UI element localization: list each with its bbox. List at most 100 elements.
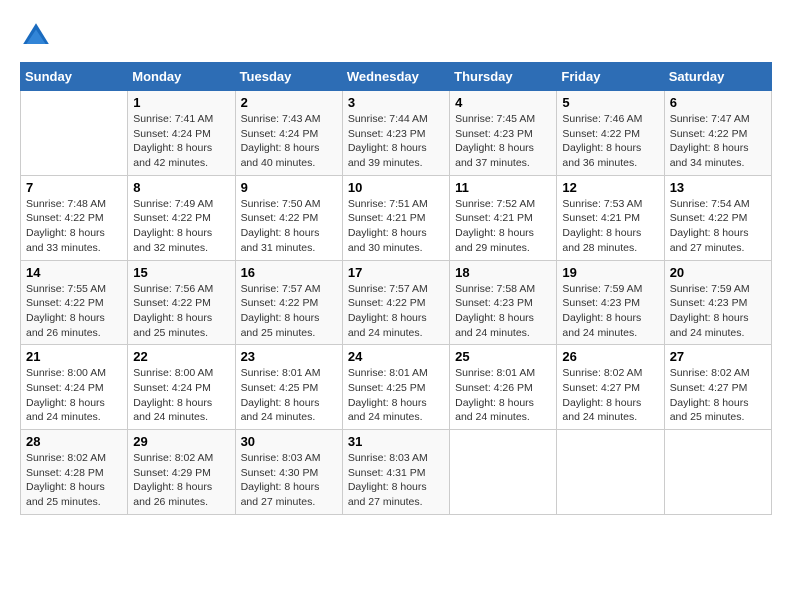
day-info: Sunrise: 7:44 AMSunset: 4:23 PMDaylight:… [348, 112, 444, 171]
calendar-cell: 18 Sunrise: 7:58 AMSunset: 4:23 PMDayligh… [450, 260, 557, 345]
logo-icon [20, 20, 52, 52]
calendar-cell: 21 Sunrise: 8:00 AMSunset: 4:24 PMDayligh… [21, 345, 128, 430]
calendar-cell: 30 Sunrise: 8:03 AMSunset: 4:30 PMDayligh… [235, 430, 342, 515]
day-info: Sunrise: 7:54 AMSunset: 4:22 PMDaylight:… [670, 197, 766, 256]
day-number: 20 [670, 265, 766, 280]
day-number: 13 [670, 180, 766, 195]
day-info: Sunrise: 7:45 AMSunset: 4:23 PMDaylight:… [455, 112, 551, 171]
day-number: 3 [348, 95, 444, 110]
weekday-header-cell: Wednesday [342, 63, 449, 91]
page-header [20, 20, 772, 52]
day-info: Sunrise: 8:02 AMSunset: 4:27 PMDaylight:… [670, 366, 766, 425]
calendar-cell [450, 430, 557, 515]
calendar-cell: 2 Sunrise: 7:43 AMSunset: 4:24 PMDaylight… [235, 91, 342, 176]
calendar-cell [664, 430, 771, 515]
day-number: 7 [26, 180, 122, 195]
calendar-body: 1 Sunrise: 7:41 AMSunset: 4:24 PMDaylight… [21, 91, 772, 515]
calendar-cell: 11 Sunrise: 7:52 AMSunset: 4:21 PMDayligh… [450, 175, 557, 260]
calendar-cell: 23Sunrise: 8:01 AMSunset: 4:25 PMDayligh… [235, 345, 342, 430]
calendar-cell: 5 Sunrise: 7:46 AMSunset: 4:22 PMDaylight… [557, 91, 664, 176]
day-number: 1 [133, 95, 229, 110]
day-info: Sunrise: 8:00 AMSunset: 4:24 PMDaylight:… [133, 366, 229, 425]
calendar-cell: 8 Sunrise: 7:49 AMSunset: 4:22 PMDaylight… [128, 175, 235, 260]
day-number: 8 [133, 180, 229, 195]
day-info: Sunrise: 7:58 AMSunset: 4:23 PMDaylight:… [455, 282, 551, 341]
calendar-cell: 17 Sunrise: 7:57 AMSunset: 4:22 PMDayligh… [342, 260, 449, 345]
day-info: Sunrise: 7:57 AMSunset: 4:22 PMDaylight:… [241, 282, 337, 341]
day-info: Sunrise: 8:03 AMSunset: 4:31 PMDaylight:… [348, 451, 444, 510]
calendar-cell: 28Sunrise: 8:02 AMSunset: 4:28 PMDayligh… [21, 430, 128, 515]
day-number: 24 [348, 349, 444, 364]
calendar-cell: 1 Sunrise: 7:41 AMSunset: 4:24 PMDaylight… [128, 91, 235, 176]
day-info: Sunrise: 8:02 AMSunset: 4:29 PMDaylight:… [133, 451, 229, 510]
day-number: 28 [26, 434, 122, 449]
day-number: 9 [241, 180, 337, 195]
day-number: 12 [562, 180, 658, 195]
weekday-header-row: SundayMondayTuesdayWednesdayThursdayFrid… [21, 63, 772, 91]
day-info: Sunrise: 7:57 AMSunset: 4:22 PMDaylight:… [348, 282, 444, 341]
calendar-cell [21, 91, 128, 176]
calendar-cell: 3 Sunrise: 7:44 AMSunset: 4:23 PMDaylight… [342, 91, 449, 176]
day-info: Sunrise: 8:00 AMSunset: 4:24 PMDaylight:… [26, 366, 122, 425]
day-info: Sunrise: 8:01 AMSunset: 4:25 PMDaylight:… [241, 366, 337, 425]
day-number: 22 [133, 349, 229, 364]
calendar-week-row: 7 Sunrise: 7:48 AMSunset: 4:22 PMDaylight… [21, 175, 772, 260]
weekday-header-cell: Tuesday [235, 63, 342, 91]
calendar-cell: 20 Sunrise: 7:59 AMSunset: 4:23 PMDayligh… [664, 260, 771, 345]
day-info: Sunrise: 7:50 AMSunset: 4:22 PMDaylight:… [241, 197, 337, 256]
day-info: Sunrise: 7:53 AMSunset: 4:21 PMDaylight:… [562, 197, 658, 256]
day-number: 27 [670, 349, 766, 364]
calendar-cell: 15 Sunrise: 7:56 AMSunset: 4:22 PMDayligh… [128, 260, 235, 345]
day-number: 17 [348, 265, 444, 280]
day-info: Sunrise: 8:01 AMSunset: 4:26 PMDaylight:… [455, 366, 551, 425]
calendar-cell: 31Sunrise: 8:03 AMSunset: 4:31 PMDayligh… [342, 430, 449, 515]
day-info: Sunrise: 7:48 AMSunset: 4:22 PMDaylight:… [26, 197, 122, 256]
calendar-cell: 19Sunrise: 7:59 AMSunset: 4:23 PMDayligh… [557, 260, 664, 345]
weekday-header-cell: Monday [128, 63, 235, 91]
calendar-cell: 24Sunrise: 8:01 AMSunset: 4:25 PMDayligh… [342, 345, 449, 430]
calendar-cell: 12 Sunrise: 7:53 AMSunset: 4:21 PMDayligh… [557, 175, 664, 260]
calendar-week-row: 21 Sunrise: 8:00 AMSunset: 4:24 PMDayligh… [21, 345, 772, 430]
day-number: 11 [455, 180, 551, 195]
calendar-cell: 16Sunrise: 7:57 AMSunset: 4:22 PMDayligh… [235, 260, 342, 345]
day-info: Sunrise: 7:56 AMSunset: 4:22 PMDaylight:… [133, 282, 229, 341]
day-info: Sunrise: 7:59 AMSunset: 4:23 PMDaylight:… [562, 282, 658, 341]
day-number: 4 [455, 95, 551, 110]
calendar-cell: 26 Sunrise: 8:02 AMSunset: 4:27 PMDayligh… [557, 345, 664, 430]
calendar-cell: 29 Sunrise: 8:02 AMSunset: 4:29 PMDayligh… [128, 430, 235, 515]
day-number: 5 [562, 95, 658, 110]
calendar-cell: 6Sunrise: 7:47 AMSunset: 4:22 PMDaylight… [664, 91, 771, 176]
calendar-cell [557, 430, 664, 515]
day-number: 21 [26, 349, 122, 364]
calendar-header: SundayMondayTuesdayWednesdayThursdayFrid… [21, 63, 772, 91]
day-info: Sunrise: 7:43 AMSunset: 4:24 PMDaylight:… [241, 112, 337, 171]
day-number: 2 [241, 95, 337, 110]
logo [20, 20, 58, 52]
calendar-table: SundayMondayTuesdayWednesdayThursdayFrid… [20, 62, 772, 515]
day-number: 29 [133, 434, 229, 449]
day-info: Sunrise: 8:03 AMSunset: 4:30 PMDaylight:… [241, 451, 337, 510]
day-number: 30 [241, 434, 337, 449]
day-info: Sunrise: 7:59 AMSunset: 4:23 PMDaylight:… [670, 282, 766, 341]
calendar-cell: 22 Sunrise: 8:00 AMSunset: 4:24 PMDayligh… [128, 345, 235, 430]
day-number: 14 [26, 265, 122, 280]
day-number: 15 [133, 265, 229, 280]
day-info: Sunrise: 7:41 AMSunset: 4:24 PMDaylight:… [133, 112, 229, 171]
day-number: 25 [455, 349, 551, 364]
day-info: Sunrise: 7:49 AMSunset: 4:22 PMDaylight:… [133, 197, 229, 256]
day-number: 6 [670, 95, 766, 110]
calendar-week-row: 28Sunrise: 8:02 AMSunset: 4:28 PMDayligh… [21, 430, 772, 515]
calendar-week-row: 1 Sunrise: 7:41 AMSunset: 4:24 PMDaylight… [21, 91, 772, 176]
day-number: 10 [348, 180, 444, 195]
day-number: 18 [455, 265, 551, 280]
day-info: Sunrise: 7:55 AMSunset: 4:22 PMDaylight:… [26, 282, 122, 341]
weekday-header-cell: Saturday [664, 63, 771, 91]
day-info: Sunrise: 7:46 AMSunset: 4:22 PMDaylight:… [562, 112, 658, 171]
day-info: Sunrise: 7:52 AMSunset: 4:21 PMDaylight:… [455, 197, 551, 256]
day-info: Sunrise: 8:02 AMSunset: 4:27 PMDaylight:… [562, 366, 658, 425]
calendar-cell: 25 Sunrise: 8:01 AMSunset: 4:26 PMDayligh… [450, 345, 557, 430]
day-number: 26 [562, 349, 658, 364]
calendar-week-row: 14 Sunrise: 7:55 AMSunset: 4:22 PMDayligh… [21, 260, 772, 345]
calendar-cell: 7 Sunrise: 7:48 AMSunset: 4:22 PMDaylight… [21, 175, 128, 260]
weekday-header-cell: Friday [557, 63, 664, 91]
